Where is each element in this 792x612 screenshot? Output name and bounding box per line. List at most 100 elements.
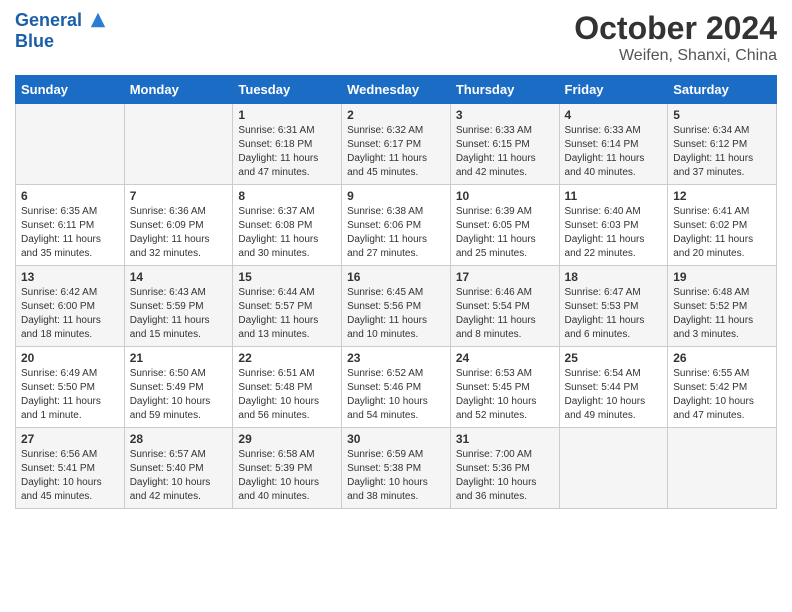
calendar-cell: 21 Sunrise: 6:50 AMSunset: 5:49 PMDayligh… [124,347,233,428]
day-info: Sunrise: 6:33 AMSunset: 6:14 PMDaylight:… [565,124,663,180]
day-info: Sunrise: 6:49 AMSunset: 5:50 PMDaylight:… [21,367,119,423]
logo-text: General [15,10,107,31]
calendar-cell: 10 Sunrise: 6:39 AMSunset: 6:05 PMDayligh… [450,185,559,266]
day-number: 21 [130,351,228,365]
logo-blue: Blue [15,31,107,52]
day-info: Sunrise: 6:45 AMSunset: 5:56 PMDaylight:… [347,286,445,342]
header: General Blue October 2024 Weifen, Shanxi… [15,10,777,65]
col-friday: Friday [559,76,668,104]
col-wednesday: Wednesday [342,76,451,104]
day-info: Sunrise: 6:38 AMSunset: 6:06 PMDaylight:… [347,205,445,261]
month-title: October 2024 [574,10,777,47]
day-info: Sunrise: 6:46 AMSunset: 5:54 PMDaylight:… [456,286,554,342]
calendar-cell: 25Sunrise: 6:54 AMSunset: 5:44 PMDayligh… [559,347,668,428]
day-info: Sunrise: 6:51 AMSunset: 5:48 PMDaylight:… [238,367,336,423]
calendar-cell [559,428,668,509]
day-number: 18 [565,270,663,284]
day-info: Sunrise: 6:42 AMSunset: 6:00 PMDaylight:… [21,286,119,342]
calendar-cell: 19 Sunrise: 6:48 AMSunset: 5:52 PMDayligh… [668,266,777,347]
day-number: 25 [565,351,663,365]
day-info: Sunrise: 6:33 AMSunset: 6:15 PMDaylight:… [456,124,554,180]
day-info: Sunrise: 6:37 AMSunset: 6:08 PMDaylight:… [238,205,336,261]
day-info: Sunrise: 6:35 AMSunset: 6:11 PMDaylight:… [21,205,119,261]
day-info: Sunrise: 7:00 AMSunset: 5:36 PMDaylight:… [456,448,554,504]
calendar-body: 1Sunrise: 6:31 AMSunset: 6:18 PMDaylight… [16,104,777,509]
calendar-cell: 8Sunrise: 6:37 AMSunset: 6:08 PMDaylight… [233,185,342,266]
calendar-header: Sunday Monday Tuesday Wednesday Thursday… [16,76,777,104]
day-info: Sunrise: 6:53 AMSunset: 5:45 PMDaylight:… [456,367,554,423]
calendar-cell: 9Sunrise: 6:38 AMSunset: 6:06 PMDaylight… [342,185,451,266]
day-number: 24 [456,351,554,365]
calendar-cell: 14 Sunrise: 6:43 AMSunset: 5:59 PMDayligh… [124,266,233,347]
day-number: 6 [21,189,119,203]
day-info: Sunrise: 6:47 AMSunset: 5:53 PMDaylight:… [565,286,663,342]
calendar-cell: 18 Sunrise: 6:47 AMSunset: 5:53 PMDayligh… [559,266,668,347]
day-info: Sunrise: 6:50 AMSunset: 5:49 PMDaylight:… [130,367,228,423]
day-number: 15 [238,270,336,284]
day-number: 3 [456,108,554,122]
day-info: Sunrise: 6:57 AMSunset: 5:40 PMDaylight:… [130,448,228,504]
col-monday: Monday [124,76,233,104]
day-number: 23 [347,351,445,365]
calendar-cell: 26 Sunrise: 6:55 AMSunset: 5:42 PMDayligh… [668,347,777,428]
day-info: Sunrise: 6:40 AMSunset: 6:03 PMDaylight:… [565,205,663,261]
day-info: Sunrise: 6:36 AMSunset: 6:09 PMDaylight:… [130,205,228,261]
day-info: Sunrise: 6:59 AMSunset: 5:38 PMDaylight:… [347,448,445,504]
day-number: 7 [130,189,228,203]
day-number: 14 [130,270,228,284]
calendar-cell [124,104,233,185]
calendar-cell: 28 Sunrise: 6:57 AMSunset: 5:40 PMDayligh… [124,428,233,509]
calendar-week-2: 6 Sunrise: 6:35 AMSunset: 6:11 PMDaylight… [16,185,777,266]
day-number: 19 [673,270,771,284]
calendar-cell: 5 Sunrise: 6:34 AMSunset: 6:12 PMDaylight… [668,104,777,185]
logo-icon [89,11,107,29]
day-info: Sunrise: 6:32 AMSunset: 6:17 PMDaylight:… [347,124,445,180]
day-number: 29 [238,432,336,446]
calendar-cell [16,104,125,185]
day-number: 10 [456,189,554,203]
logo: General Blue [15,10,107,52]
day-info: Sunrise: 6:44 AMSunset: 5:57 PMDaylight:… [238,286,336,342]
day-info: Sunrise: 6:48 AMSunset: 5:52 PMDaylight:… [673,286,771,342]
header-row: Sunday Monday Tuesday Wednesday Thursday… [16,76,777,104]
day-number: 5 [673,108,771,122]
calendar-week-3: 13Sunrise: 6:42 AMSunset: 6:00 PMDayligh… [16,266,777,347]
calendar-cell: 29 Sunrise: 6:58 AMSunset: 5:39 PMDayligh… [233,428,342,509]
col-tuesday: Tuesday [233,76,342,104]
day-info: Sunrise: 6:41 AMSunset: 6:02 PMDaylight:… [673,205,771,261]
day-number: 26 [673,351,771,365]
day-number: 12 [673,189,771,203]
col-saturday: Saturday [668,76,777,104]
calendar-cell: 15 Sunrise: 6:44 AMSunset: 5:57 PMDayligh… [233,266,342,347]
calendar-cell: 1Sunrise: 6:31 AMSunset: 6:18 PMDaylight… [233,104,342,185]
calendar-cell: 16Sunrise: 6:45 AMSunset: 5:56 PMDayligh… [342,266,451,347]
main-container: General Blue October 2024 Weifen, Shanxi… [0,0,792,524]
calendar-cell: 20 Sunrise: 6:49 AMSunset: 5:50 PMDayligh… [16,347,125,428]
day-number: 20 [21,351,119,365]
title-area: October 2024 Weifen, Shanxi, China [574,10,777,65]
day-number: 31 [456,432,554,446]
calendar-week-5: 27Sunrise: 6:56 AMSunset: 5:41 PMDayligh… [16,428,777,509]
calendar-cell: 6 Sunrise: 6:35 AMSunset: 6:11 PMDaylight… [16,185,125,266]
day-info: Sunrise: 6:56 AMSunset: 5:41 PMDaylight:… [21,448,119,504]
day-info: Sunrise: 6:52 AMSunset: 5:46 PMDaylight:… [347,367,445,423]
day-number: 2 [347,108,445,122]
day-info: Sunrise: 6:39 AMSunset: 6:05 PMDaylight:… [456,205,554,261]
day-number: 1 [238,108,336,122]
calendar-cell: 13Sunrise: 6:42 AMSunset: 6:00 PMDayligh… [16,266,125,347]
day-number: 11 [565,189,663,203]
calendar-cell: 12 Sunrise: 6:41 AMSunset: 6:02 PMDayligh… [668,185,777,266]
calendar-table: Sunday Monday Tuesday Wednesday Thursday… [15,75,777,509]
day-number: 28 [130,432,228,446]
calendar-cell: 30Sunrise: 6:59 AMSunset: 5:38 PMDayligh… [342,428,451,509]
logo-general: General [15,10,82,30]
col-sunday: Sunday [16,76,125,104]
day-number: 22 [238,351,336,365]
col-thursday: Thursday [450,76,559,104]
day-info: Sunrise: 6:55 AMSunset: 5:42 PMDaylight:… [673,367,771,423]
day-info: Sunrise: 6:43 AMSunset: 5:59 PMDaylight:… [130,286,228,342]
calendar-cell: 3 Sunrise: 6:33 AMSunset: 6:15 PMDaylight… [450,104,559,185]
day-info: Sunrise: 6:34 AMSunset: 6:12 PMDaylight:… [673,124,771,180]
day-info: Sunrise: 6:58 AMSunset: 5:39 PMDaylight:… [238,448,336,504]
calendar-cell: 27Sunrise: 6:56 AMSunset: 5:41 PMDayligh… [16,428,125,509]
